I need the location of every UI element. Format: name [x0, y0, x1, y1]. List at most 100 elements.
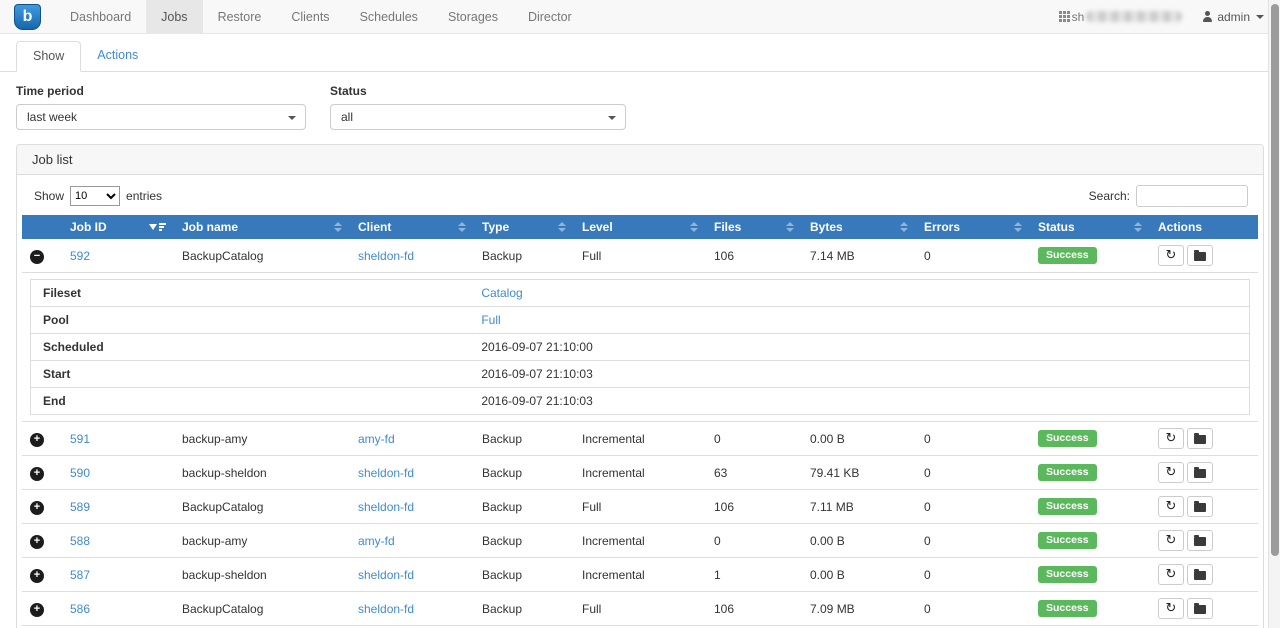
column-header-files[interactable]: Files: [706, 215, 802, 239]
column-header-bytes[interactable]: Bytes: [802, 215, 916, 239]
job-type: Backup: [482, 602, 522, 616]
status-badge: Success: [1038, 464, 1097, 481]
rerun-job-button[interactable]: ↻: [1158, 598, 1184, 619]
panel-title: Job list: [17, 145, 1263, 175]
column-header-job-name[interactable]: Job name: [174, 215, 350, 239]
expand-row-button[interactable]: +: [30, 603, 44, 617]
navbar-right: sh admin: [1059, 0, 1264, 33]
app-logo[interactable]: b: [0, 0, 55, 33]
status-badge: Success: [1038, 247, 1097, 264]
job-level: Full: [582, 500, 601, 514]
job-files: 106: [714, 602, 734, 616]
client-link[interactable]: amy-fd: [358, 432, 395, 446]
job-level: Incremental: [582, 466, 645, 480]
client-link[interactable]: amy-fd: [358, 534, 395, 548]
time-period-select[interactable]: last week: [16, 104, 306, 130]
job-files: 0: [714, 432, 721, 446]
nav-item-director[interactable]: Director: [513, 0, 587, 33]
job-bytes: 7.09 MB: [810, 602, 855, 616]
job-bytes: 0.00 B: [810, 534, 845, 548]
column-header-level[interactable]: Level: [574, 215, 706, 239]
nav-item-dashboard[interactable]: Dashboard: [55, 0, 146, 33]
column-header-client[interactable]: Client: [350, 215, 474, 239]
expand-row-button[interactable]: +: [30, 433, 44, 447]
expand-row-button[interactable]: +: [30, 467, 44, 481]
job-id-link[interactable]: 587: [70, 568, 90, 582]
folder-icon: [1194, 503, 1206, 512]
browse-files-button[interactable]: [1187, 428, 1213, 449]
folder-icon: [1194, 537, 1206, 546]
status-select[interactable]: all: [330, 104, 626, 130]
job-files: 1: [714, 568, 721, 582]
browse-files-button[interactable]: [1187, 564, 1213, 585]
tab-show[interactable]: Show: [16, 41, 81, 72]
job-level: Incremental: [582, 432, 645, 446]
job-id-link[interactable]: 586: [70, 602, 90, 616]
rerun-job-button[interactable]: ↻: [1158, 496, 1184, 517]
browse-files-button[interactable]: [1187, 530, 1213, 551]
job-id-link[interactable]: 589: [70, 500, 90, 514]
search-label: Search:: [1089, 189, 1130, 203]
table-row: +589BackupCatalogsheldon-fdBackupFull106…: [22, 490, 1258, 524]
job-name: BackupCatalog: [182, 500, 263, 514]
browse-files-button[interactable]: [1187, 598, 1213, 619]
client-link[interactable]: sheldon-fd: [358, 602, 414, 616]
host-selector[interactable]: sh: [1059, 10, 1183, 24]
browse-files-button[interactable]: [1187, 245, 1213, 266]
user-menu[interactable]: admin: [1202, 10, 1264, 24]
job-name: backup-sheldon: [182, 568, 267, 582]
baculum-logo-icon: b: [14, 4, 41, 30]
detail-label: Fileset: [43, 286, 81, 300]
sort-icon: [334, 222, 342, 232]
job-id-link[interactable]: 591: [70, 432, 90, 446]
column-header-errors[interactable]: Errors: [916, 215, 1030, 239]
detail-value-link[interactable]: Full: [481, 313, 500, 327]
job-type: Backup: [482, 249, 522, 263]
rerun-job-button[interactable]: ↻: [1158, 428, 1184, 449]
job-files: 0: [714, 534, 721, 548]
browse-files-button[interactable]: [1187, 462, 1213, 483]
job-id-link[interactable]: 592: [70, 249, 90, 263]
column-header-job-id[interactable]: Job ID: [62, 215, 174, 239]
expand-row-button[interactable]: +: [30, 501, 44, 515]
client-link[interactable]: sheldon-fd: [358, 500, 414, 514]
job-name: BackupCatalog: [182, 249, 263, 263]
tab-actions[interactable]: Actions: [81, 41, 154, 72]
refresh-icon: ↻: [1166, 568, 1177, 581]
column-header-expand: [22, 215, 62, 239]
nav-item-jobs[interactable]: Jobs: [146, 0, 202, 33]
column-header-type[interactable]: Type: [474, 215, 574, 239]
nav-item-clients[interactable]: Clients: [276, 0, 344, 33]
column-header-status[interactable]: Status: [1030, 215, 1150, 239]
client-link[interactable]: sheldon-fd: [358, 568, 414, 582]
sort-icon: [458, 222, 466, 232]
scrollbar-thumb[interactable]: [1271, 4, 1279, 556]
folder-icon: [1194, 571, 1206, 580]
folder-icon: [1194, 469, 1206, 478]
search-input[interactable]: [1136, 185, 1248, 207]
rerun-job-button[interactable]: ↻: [1158, 462, 1184, 483]
job-errors: 0: [924, 432, 931, 446]
rerun-job-button[interactable]: ↻: [1158, 530, 1184, 551]
job-id-link[interactable]: 588: [70, 534, 90, 548]
job-id-link[interactable]: 590: [70, 466, 90, 480]
page-size-select[interactable]: 10: [70, 186, 120, 206]
expand-row-button[interactable]: +: [30, 535, 44, 549]
nav-item-restore[interactable]: Restore: [203, 0, 277, 33]
column-header-actions: Actions: [1150, 215, 1258, 239]
collapse-row-button[interactable]: −: [30, 250, 44, 264]
nav-item-schedules[interactable]: Schedules: [345, 0, 433, 33]
client-link[interactable]: sheldon-fd: [358, 466, 414, 480]
expand-row-button[interactable]: +: [30, 569, 44, 583]
refresh-icon: ↻: [1166, 602, 1177, 615]
table-row: +591backup-amyamy-fdBackupIncremental00.…: [22, 422, 1258, 456]
browse-files-button[interactable]: [1187, 496, 1213, 517]
rerun-job-button[interactable]: ↻: [1158, 245, 1184, 266]
detail-value-link[interactable]: Catalog: [481, 286, 522, 300]
rerun-job-button[interactable]: ↻: [1158, 564, 1184, 585]
job-files: 63: [714, 466, 727, 480]
job-errors: 0: [924, 500, 931, 514]
nav-item-storages[interactable]: Storages: [433, 0, 513, 33]
jobs-tbody: −592BackupCatalogsheldon-fdBackupFull106…: [22, 239, 1258, 628]
client-link[interactable]: sheldon-fd: [358, 249, 414, 263]
